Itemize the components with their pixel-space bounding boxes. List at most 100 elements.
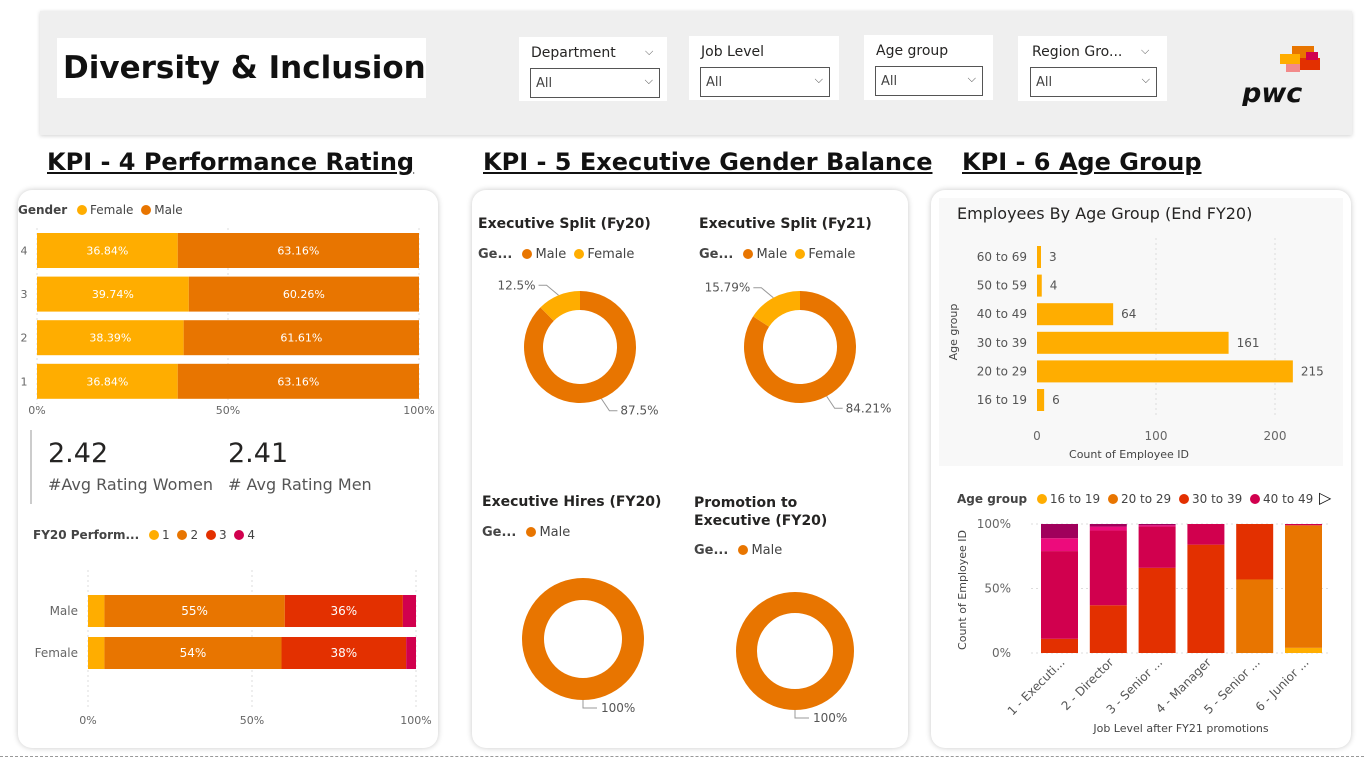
leader-line (826, 395, 843, 409)
slicer-department[interactable]: Department ⌵ All ⌵ (519, 37, 667, 101)
kpi5-card: Executive Split (Fy20) Ge... Male Female… (472, 190, 908, 748)
data-label: 36% (331, 604, 358, 618)
x-tick-label: 50% (216, 404, 240, 417)
avg-rating-women-label: #Avg Rating Women (48, 475, 214, 494)
bar-segment (1041, 538, 1078, 552)
bar-segment (1089, 526, 1127, 531)
bar (1037, 389, 1045, 411)
bar (1037, 360, 1293, 383)
legend-female: Female (90, 203, 134, 217)
data-label: 54% (180, 646, 207, 660)
age-40-49-legend-dot (1250, 494, 1261, 504)
bar-segment (1285, 525, 1322, 648)
legend-rating-2: 2 (190, 528, 199, 542)
y-tick-label: Male (50, 604, 78, 618)
gender-legend-title: Gender (18, 203, 68, 217)
age-20-29-legend-dot (1107, 494, 1118, 504)
kpi6-card: Employees By Age Group (End FY20) Age gr… (931, 190, 1351, 748)
leader-line (582, 700, 597, 709)
slicer-region-group-dropdown[interactable]: All ⌵ (1030, 67, 1157, 97)
bar (1037, 274, 1042, 297)
bar-segment (406, 637, 416, 669)
perf-rating-legend: FY20 Perform... 1 2 3 4 (33, 528, 255, 542)
data-label: 61.61% (280, 332, 322, 345)
slicer-job-level-dropdown[interactable]: All ⌵ (700, 67, 830, 97)
bar-segment (1138, 526, 1176, 568)
data-label: 4 (1050, 279, 1058, 293)
donut-label: 87.5% (620, 404, 658, 418)
bar-segment (1285, 524, 1322, 526)
donut-label: 100% (601, 701, 635, 715)
slicer-region-group[interactable]: Region Gro... ⌵ All ⌵ (1018, 36, 1167, 101)
bar-segment (88, 595, 105, 627)
y-tick-label: 3 (21, 288, 28, 301)
kpi5-title: KPI - 5 Executive Gender Balance (483, 148, 933, 176)
donut-label: 84.21% (846, 401, 892, 415)
bar (1037, 303, 1114, 326)
slicer-region-group-label: Region Gro... (1032, 44, 1123, 60)
data-label: 6 (1052, 393, 1060, 407)
y-tick-label: 0% (992, 646, 1011, 660)
data-label: 55% (181, 604, 208, 618)
executive-donuts: 12.5% 87.5% 15.79% 84.21% 100% 100% (497, 278, 892, 725)
donut-slice (522, 578, 644, 700)
y-tick-label: 50 to 59 (977, 279, 1027, 293)
data-label: 63.16% (277, 375, 319, 388)
bar-segment (1285, 647, 1322, 653)
legend-30-39: 30 to 39 (1192, 492, 1243, 506)
slicer-job-level[interactable]: Job Level All ⌵ (689, 36, 839, 100)
chevron-down-icon: ⌵ (1141, 73, 1150, 86)
kpi6-title: KPI - 6 Age Group (962, 148, 1202, 176)
pwc-logo: pwc (1240, 44, 1324, 109)
data-label: 64 (1121, 307, 1136, 321)
legend-rating-4: 4 (247, 528, 256, 542)
age-group-legend: Age group 16 to 19 20 to 29 30 to 39 40 … (957, 492, 1313, 506)
legend-20-29: 20 to 29 (1120, 492, 1172, 506)
x-tick-label: 1 - Executi... (1005, 655, 1068, 718)
slicer-department-label: Department (531, 45, 616, 61)
chevron-down-icon[interactable]: ⌵ (645, 45, 653, 59)
bar-segment (402, 595, 416, 627)
slicer-department-dropdown[interactable]: All ⌵ (530, 68, 660, 98)
slicer-age-group[interactable]: Age group All ⌵ (864, 35, 993, 100)
bar-segment (1089, 605, 1127, 653)
y-tick-label: 20 to 29 (977, 364, 1027, 378)
x-tick-label: 0 (1033, 429, 1041, 443)
kpi4-card: Gender Female Male 0% 50% 100% 4 36.84% 63.16… (18, 190, 438, 748)
y-tick-label: 40 to 49 (977, 307, 1027, 321)
y-tick-label: 16 to 19 (977, 393, 1027, 407)
bar (1037, 246, 1041, 268)
bar-segment (88, 637, 105, 669)
avg-rating-women-value: 2.42 (48, 438, 109, 469)
legend-40-49: 40 to 49 (1263, 492, 1314, 506)
data-label: 161 (1237, 336, 1260, 350)
bar-segment (1138, 525, 1176, 527)
legend-next-icon[interactable]: ▷ (1319, 488, 1331, 507)
age-30-39-legend-dot (1179, 494, 1189, 504)
age-legend-title: Age group (957, 492, 1028, 506)
donut-slice (736, 592, 854, 710)
rating2-legend-dot (177, 530, 188, 540)
y-tick-label: 1 (21, 375, 28, 388)
slicer-age-group-dropdown[interactable]: All ⌵ (875, 66, 983, 96)
bar-segment (1236, 579, 1274, 653)
perf-rating-legend-title: FY20 Perform... (33, 528, 140, 542)
legend-rating-3: 3 (218, 528, 227, 542)
age-16-19-legend-dot (1036, 494, 1047, 504)
rating3-legend-dot (205, 530, 216, 540)
job-level-age-chart: Count of Employee ID 0% 50% 100% 1 - Executi… (956, 517, 1331, 735)
x-tick-label: 0% (79, 714, 96, 727)
fy20-performance-chart: 0% 50% 100% Male 55% 36% Female 54% 38% (35, 570, 432, 727)
data-label: 60.26% (283, 288, 325, 301)
avg-rating-card: 2.42 #Avg Rating Women 2.41 # Avg Rating… (30, 430, 414, 504)
chevron-down-icon[interactable]: ⌵ (1141, 44, 1149, 58)
bar-segment (1089, 530, 1127, 606)
dashboard-title-box: Diversity & Inclusion (57, 38, 426, 98)
x-tick-label: 50% (240, 714, 264, 727)
legend-16-19: 16 to 19 (1049, 492, 1101, 506)
y-tick-label: 50% (984, 582, 1011, 596)
performance-gender-chart: 0% 50% 100% 4 36.84% 63.16% 3 39.74% 60.26% 2 38.3… (21, 228, 435, 417)
chevron-down-icon: ⌵ (814, 73, 823, 86)
bar-segment (1138, 567, 1176, 653)
slicer-job-level-value: All (706, 75, 723, 90)
